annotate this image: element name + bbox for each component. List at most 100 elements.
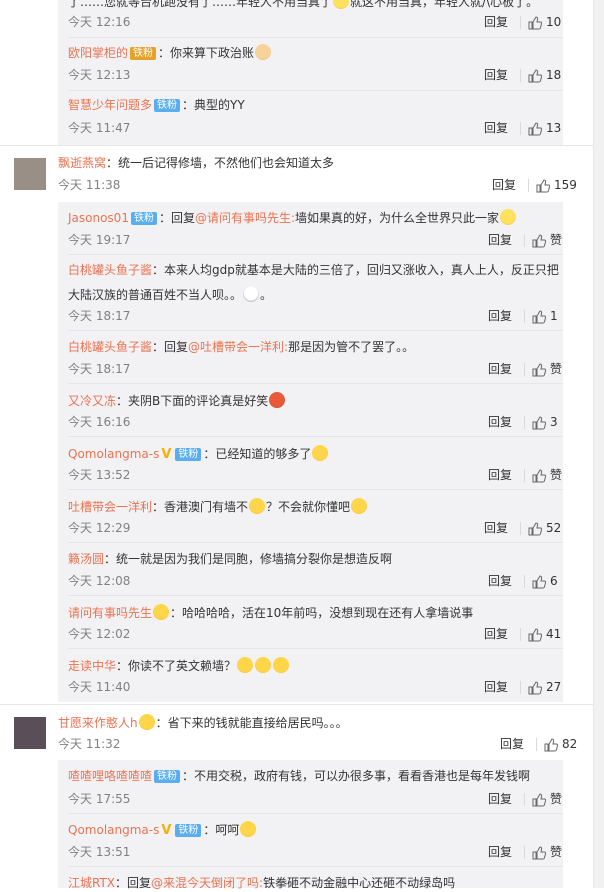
reply-button[interactable]: 回复 (488, 573, 512, 590)
like-count: 赞 (550, 468, 563, 482)
reply-button[interactable]: 回复 (484, 14, 508, 31)
reply-author[interactable]: 白桃罐头鱼子酱 (68, 340, 152, 354)
reply-button[interactable]: 回复 (484, 679, 508, 696)
reply-text: Qomolangma-s V 铁粉 ：已经知道的够多了 (68, 445, 329, 463)
like-button[interactable]: 赞 (532, 467, 562, 484)
avatar[interactable] (14, 717, 46, 749)
thumb-up-icon (544, 737, 558, 751)
like-button[interactable]: 6 (532, 573, 558, 590)
reply-button[interactable]: 回复 (488, 467, 512, 484)
reply-block: 喳喳哩咯喳喳喳 铁粉 ：不用交税，政府有钱，可以办很多事，看看香港也是每年发钱啊 今… (58, 760, 563, 890)
reply-button[interactable]: 回复 (488, 414, 512, 431)
reply-button[interactable]: 回复 (484, 520, 508, 537)
reply-author[interactable]: 籁汤圆 (68, 552, 104, 566)
like-count: 赞 (550, 362, 563, 376)
reply-author[interactable]: Qomolangma-s (68, 447, 159, 461)
divider (68, 489, 563, 490)
like-count: 82 (562, 737, 578, 751)
thumb-up-icon (528, 121, 542, 135)
like-button[interactable]: 27 (528, 679, 561, 696)
mention-link[interactable]: @吐槽带会一洋利: (188, 340, 288, 354)
reply-author[interactable]: 欧阳掌柜的 (68, 46, 128, 60)
mention-link[interactable]: @请问有事吗先生: (195, 211, 295, 225)
thumb-up-icon (532, 792, 546, 806)
grin-emoji-icon (273, 657, 290, 673)
emoji-icon (269, 392, 286, 408)
like-button[interactable]: 159 (536, 177, 577, 194)
reply-text: 又冷又冻：夹阴B下面的评论真是好笑 (68, 392, 286, 410)
reply-author[interactable]: Qomolangma-s (68, 823, 159, 837)
thumb-up-icon (528, 680, 542, 694)
reply-author[interactable]: 喳喳哩咯喳喳喳 (68, 769, 152, 783)
like-button[interactable]: 82 (544, 736, 577, 753)
comment-author[interactable]: 飘逝燕窝 (58, 156, 106, 170)
thumb-up-icon (536, 178, 550, 192)
reply-author[interactable]: 吐槽带会一洋利 (68, 500, 152, 514)
reply-button[interactable]: 回复 (488, 308, 512, 325)
thumb-up-icon (532, 362, 546, 376)
like-button[interactable]: 1 (532, 308, 558, 325)
reply-author[interactable]: 请问有事吗先生 (68, 606, 152, 620)
thumb-up-icon (532, 309, 546, 323)
reply-author[interactable]: 走读中华 (68, 659, 116, 673)
like-button[interactable]: 赞 (532, 844, 562, 861)
reply-button[interactable]: 回复 (488, 844, 512, 861)
grin-emoji-icon (249, 498, 266, 514)
like-button[interactable]: 3 (532, 414, 558, 431)
like-button[interactable]: 13 (528, 120, 561, 137)
reply-time: 今天 17:55 (68, 792, 131, 806)
like-count: 52 (546, 521, 562, 535)
like-count: 6 (550, 574, 558, 588)
reply-author[interactable]: Jasonos01 (68, 211, 129, 225)
reply-button[interactable]: 回复 (500, 736, 524, 753)
divider (524, 416, 525, 429)
reply-time: 今天 12:08 (68, 574, 131, 588)
reply-author[interactable]: 白桃罐头鱼子酱 (68, 263, 152, 277)
divider (68, 813, 563, 814)
divider (0, 145, 594, 146)
divider (524, 234, 525, 247)
cat-emoji-icon (255, 44, 272, 60)
laugh-emoji-icon (240, 821, 257, 837)
reply-time: 今天 12:13 (68, 68, 131, 82)
reply-button[interactable]: 回复 (488, 361, 512, 378)
reply-time: 今天 11:47 (68, 121, 131, 135)
scrollbar[interactable] (593, 0, 604, 888)
reply-text: 吐槽带会一洋利：香港澳门有墙不 ？不会就你懂吧 (68, 498, 368, 516)
reply-button[interactable]: 回复 (488, 232, 512, 249)
reply-author[interactable]: 智慧少年问题多 (68, 98, 152, 112)
comment-author[interactable]: 甘愿来作憨人h (58, 716, 138, 730)
thumb-up-icon (528, 15, 542, 29)
comment-time: 今天 11:32 (58, 737, 121, 751)
reply-button[interactable]: 回复 (484, 626, 508, 643)
reply-button[interactable]: 回复 (488, 791, 512, 808)
like-count: 10 (546, 15, 562, 29)
like-button[interactable]: 赞 (532, 361, 562, 378)
reply-button[interactable]: 回复 (484, 120, 508, 137)
thumb-up-icon (528, 521, 542, 535)
like-button[interactable]: 18 (528, 67, 561, 84)
divider (524, 363, 525, 376)
like-button[interactable]: 10 (528, 14, 561, 31)
thumb-up-icon (528, 627, 542, 641)
laugh-emoji-icon (312, 445, 329, 461)
like-count: 27 (546, 680, 562, 694)
like-button[interactable]: 赞 (532, 791, 562, 808)
like-button[interactable]: 赞 (532, 232, 562, 249)
like-button[interactable]: 52 (528, 520, 561, 537)
fan-badge: 铁粉 (130, 212, 157, 225)
reply-time: 今天 18:17 (68, 362, 131, 376)
grin-emoji-icon (237, 657, 254, 673)
reply-button[interactable]: 回复 (492, 177, 516, 194)
reply-text: 喳喳哩咯喳喳喳 铁粉 ：不用交税，政府有钱，可以办很多事，看看香港也是每年发钱啊 (68, 769, 531, 783)
emoji-icon (333, 0, 350, 9)
reply-block: Jasonos01 铁粉 ：回复@请问有事吗先生:墙如果真的好，为什么全世界只此一家… (58, 202, 563, 702)
divider (520, 681, 521, 694)
divider (68, 383, 563, 384)
reply-author[interactable]: 又冷又冻 (68, 394, 116, 408)
like-button[interactable]: 41 (528, 626, 561, 643)
avatar[interactable] (14, 158, 46, 190)
reply-button[interactable]: 回复 (484, 67, 508, 84)
reply-time: 今天 16:16 (68, 415, 131, 429)
comment-text: 飘逝燕窝：统一后记得修墙，不然他们也会知道太多 (58, 156, 335, 170)
